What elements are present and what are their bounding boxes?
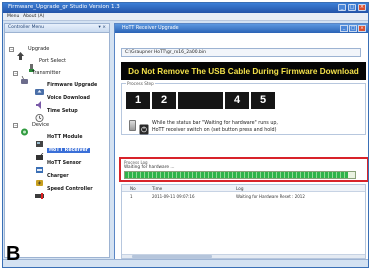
process-log-message: Waiting for hardware ... bbox=[124, 165, 175, 170]
charger-icon bbox=[35, 172, 44, 186]
figure-panel-label: B bbox=[6, 243, 21, 265]
transmitter-icon bbox=[20, 69, 29, 84]
power-switch-icon bbox=[139, 120, 149, 135]
status-bar bbox=[3, 259, 368, 267]
controller-menu-title: Controller Menu bbox=[8, 25, 44, 30]
log-table-horizontal-scrollbar[interactable] bbox=[122, 254, 365, 258]
tree-label-charger: Charger bbox=[47, 173, 69, 179]
tree-label-firmware-upgrade: Firmware Upgrade bbox=[47, 82, 98, 88]
tree-item-charger[interactable]: Charger bbox=[35, 171, 69, 186]
menu-item-about[interactable]: About (A) bbox=[23, 14, 44, 19]
tree-label-device: Device bbox=[32, 122, 50, 128]
log-table: No Time Log 1 2011-09-11 09:07:16 Waitin… bbox=[121, 184, 366, 259]
window-title: Firmware_Upgrade_gr Studio Version 1.3 bbox=[8, 4, 120, 10]
tree-item-hott-module[interactable]: HoTT Module bbox=[35, 132, 83, 147]
tree-label-voice-download: Voice Download bbox=[47, 95, 90, 101]
clock-icon bbox=[35, 107, 44, 122]
log-row-no: 1 bbox=[130, 194, 133, 199]
voice-download-icon bbox=[35, 94, 44, 109]
tree-item-speed-controller[interactable]: Speed Controller bbox=[34, 184, 93, 199]
tree-item-device[interactable]: − Device bbox=[13, 120, 50, 136]
process-log-group: Process Log Waiting for hardware ... bbox=[119, 157, 368, 182]
firmware-upgrade-icon bbox=[35, 81, 44, 95]
close-button[interactable]: × bbox=[358, 4, 366, 11]
module-icon bbox=[35, 133, 44, 147]
maximize-button[interactable]: □ bbox=[348, 4, 356, 11]
collapse-toggle-icon[interactable]: − bbox=[13, 70, 18, 76]
scrollbar-thumb[interactable] bbox=[132, 255, 212, 258]
tree-item-voice-download[interactable]: Voice Download bbox=[35, 93, 90, 109]
panel-pin-button[interactable]: ▾ × bbox=[99, 25, 106, 30]
column-header-no[interactable]: No bbox=[130, 185, 136, 192]
firmware-upgrade-window: Firmware_Upgrade_gr Studio Version 1.3 _… bbox=[2, 2, 369, 268]
panel-close-button[interactable]: × bbox=[358, 25, 366, 32]
title-bar: Firmware_Upgrade_gr Studio Version 1.3 _… bbox=[3, 3, 368, 13]
usb-warning-text: Do Not Remove The USB Cable During Firmw… bbox=[128, 66, 359, 76]
receiver-icon bbox=[35, 146, 44, 160]
log-row-text: Waiting for Hardware Reset : 2012 bbox=[236, 194, 305, 199]
tree-item-time-setup[interactable]: Time Setup bbox=[35, 106, 78, 122]
tree-item-transmitter[interactable]: − Transmitter bbox=[13, 68, 61, 84]
tree-label-hott-sensor: HoTT Sensor bbox=[47, 160, 82, 166]
step-1-box: 1 bbox=[126, 92, 150, 109]
firmware-progress-bar bbox=[124, 171, 356, 179]
minimize-button[interactable]: _ bbox=[338, 4, 346, 11]
port-icon bbox=[27, 57, 36, 72]
tree-item-hott-receiver[interactable]: HoTT Receiver bbox=[35, 145, 91, 160]
step-3-box bbox=[178, 92, 223, 109]
instruction-line-2: HoTT receiver switch on (set button pres… bbox=[152, 128, 277, 133]
controller-menu-header: Controller Menu ▾ × bbox=[5, 24, 109, 33]
step-4-box: 4 bbox=[225, 92, 249, 109]
speed-controller-icon bbox=[34, 185, 44, 199]
tree-item-upgrade[interactable]: − Upgrade bbox=[9, 44, 50, 60]
collapse-toggle-icon[interactable]: − bbox=[13, 122, 18, 128]
panel-minimize-button[interactable]: _ bbox=[340, 25, 348, 32]
receiver-upgrade-panel: HoTT Receiver Upgrade _ □ × C:\Graupner … bbox=[114, 23, 368, 261]
tree-label-upgrade: Upgrade bbox=[28, 46, 50, 52]
tree-item-port-select[interactable]: Port Select bbox=[27, 56, 66, 72]
tree-label-hott-receiver: HoTT Receiver bbox=[47, 147, 91, 153]
usb-plug-icon bbox=[129, 120, 136, 131]
column-header-log[interactable]: Log bbox=[236, 185, 243, 192]
tree-label-speed-controller: Speed Controller bbox=[47, 186, 93, 192]
tree-item-firmware-upgrade[interactable]: Firmware Upgrade bbox=[35, 80, 98, 95]
log-row-time: 2011-09-11 09:07:16 bbox=[152, 194, 195, 199]
tree-label-transmitter: Transmitter bbox=[32, 70, 61, 76]
menu-bar: Menu About (A) bbox=[3, 13, 368, 21]
collapse-toggle-icon[interactable]: − bbox=[9, 46, 14, 52]
tree-label-port-select: Port Select bbox=[39, 58, 66, 64]
receiver-upgrade-title: HoTT Receiver Upgrade bbox=[122, 25, 179, 31]
sensor-icon bbox=[35, 159, 44, 173]
process-step-group: Process Step 1 2 4 5 While the status ba… bbox=[121, 81, 366, 135]
panel-window-buttons: _ □ × bbox=[340, 25, 366, 32]
tree-label-hott-module: HoTT Module bbox=[47, 134, 83, 140]
menu-item-menu[interactable]: Menu bbox=[7, 14, 19, 19]
column-header-time[interactable]: Time bbox=[152, 185, 162, 192]
receiver-upgrade-header: HoTT Receiver Upgrade _ □ × bbox=[115, 24, 368, 33]
step-2-box: 2 bbox=[152, 92, 176, 109]
tree-label-time-setup: Time Setup bbox=[47, 108, 78, 114]
instruction-line-1: While the status bar "Waiting for hardwa… bbox=[152, 121, 278, 126]
firmware-file-path-field[interactable]: C:\Graupner HoTT\gr_rx16_2a00.bin bbox=[121, 48, 361, 57]
device-icon bbox=[20, 121, 29, 136]
usb-warning-banner: Do Not Remove The USB Cable During Firmw… bbox=[121, 62, 366, 80]
tree-item-hott-sensor[interactable]: HoTT Sensor bbox=[35, 158, 82, 173]
panel-maximize-button[interactable]: □ bbox=[349, 25, 357, 32]
process-step-label: Process Step bbox=[126, 81, 155, 86]
firmware-progress-fill bbox=[125, 172, 349, 178]
upgrade-icon bbox=[16, 45, 25, 60]
step-5-box: 5 bbox=[251, 92, 275, 109]
controller-menu-panel: Controller Menu ▾ × − Upgrade Port Selec… bbox=[4, 23, 110, 258]
